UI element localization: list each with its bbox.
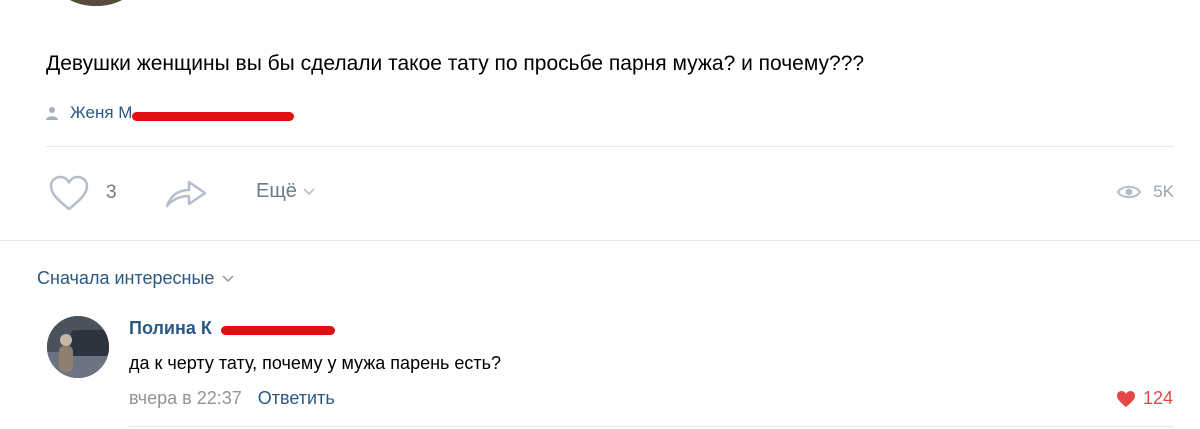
comments-sort-dropdown[interactable]: Сначала интересные (37, 268, 234, 289)
comment-author-avatar[interactable] (47, 316, 109, 378)
eye-icon (1117, 185, 1142, 199)
share-arrow-icon (165, 180, 207, 208)
heart-outline-icon (49, 175, 89, 211)
comment-author-link[interactable]: Полина К (129, 318, 335, 339)
post-author-link[interactable]: Женя М (46, 103, 294, 123)
share-button[interactable] (164, 176, 208, 215)
person-icon (46, 107, 58, 120)
redaction-mark (132, 112, 294, 121)
like-button[interactable]: 3 (48, 174, 117, 212)
views-counter: 5K (1117, 182, 1174, 202)
redaction-mark (221, 326, 335, 335)
post-author-name-text: Женя М (70, 103, 133, 122)
more-label: Ещё (256, 180, 297, 202)
post-divider (46, 146, 1174, 147)
comment-text: да к черту тату, почему у мужа парень ес… (129, 353, 502, 373)
views-count: 5K (1153, 182, 1174, 201)
comment-like-button[interactable]: 124 (1116, 388, 1173, 409)
like-count: 3 (106, 182, 117, 203)
comment-author-name: Полина К (129, 318, 212, 338)
post-author-name[interactable]: Женя М (70, 103, 294, 123)
section-divider (0, 240, 1200, 241)
comment-divider (129, 426, 1174, 427)
sort-label: Сначала интересные (37, 268, 215, 288)
post-author-avatar[interactable] (58, 0, 134, 6)
chevron-down-icon (222, 274, 234, 282)
chevron-down-icon (303, 187, 315, 195)
post-text: Девушки женщины вы бы сделали такое тату… (46, 52, 865, 75)
comment-like-count: 124 (1142, 388, 1173, 408)
more-button[interactable]: Ещё (256, 180, 315, 203)
comment-meta: вчера в 22:37 Ответить (129, 388, 335, 409)
reply-button[interactable]: Ответить (258, 388, 335, 409)
comment-timestamp[interactable]: вчера в 22:37 (129, 388, 242, 409)
avatar-photo (47, 316, 109, 378)
heart-filled-icon (1116, 390, 1135, 407)
